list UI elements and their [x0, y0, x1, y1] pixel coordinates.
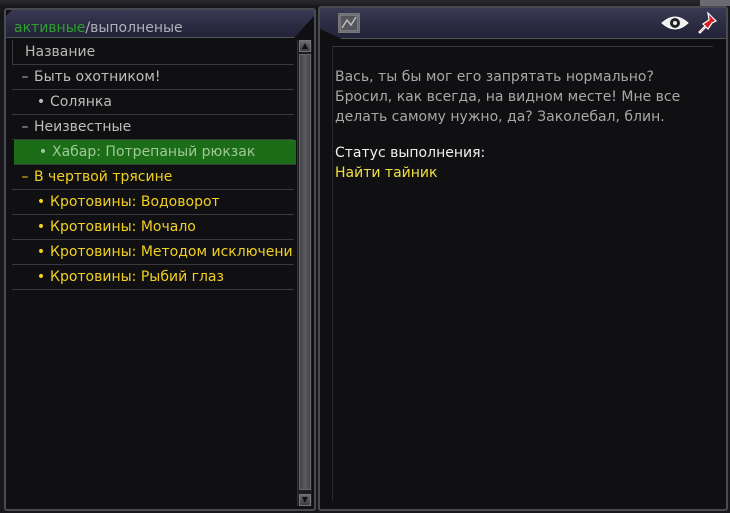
quest-row[interactable]: • Солянка	[12, 90, 294, 115]
collapse-dash-icon: –	[21, 169, 29, 185]
quest-row-label: В чертвой трясине	[34, 169, 173, 185]
quest-row[interactable]: • Кротовины: Водоворот	[12, 190, 294, 215]
quest-row[interactable]: • Кротовины: Мочало	[12, 215, 294, 240]
bullet-icon: •	[38, 144, 48, 160]
quest-row-label: Кротовины: Мочало	[50, 219, 196, 235]
quest-row[interactable]: • Хабар: Потрепаный рюкзак	[14, 140, 296, 165]
scroll-up-button[interactable]: ▲	[299, 40, 311, 52]
bullet-icon: •	[36, 269, 46, 285]
list-header[interactable]: Название	[12, 40, 294, 65]
status-label: Статус выполнения:	[335, 145, 486, 161]
map-icon[interactable]	[338, 13, 360, 33]
quest-row-label: Кротовины: Рыбий глаз	[50, 269, 224, 285]
quest-row-label: Быть охотником!	[34, 69, 161, 85]
bullet-icon: •	[36, 194, 46, 210]
quest-list: Название – Быть охотником! • Солянка – Неизве…	[12, 40, 296, 508]
scroll-down-button[interactable]: ▼	[299, 494, 311, 506]
pin-icon[interactable]	[694, 11, 718, 35]
quest-row-label: Кротовины: Методом исключения	[50, 244, 294, 260]
quest-details-panel: Вась, ты бы мог его запрятать нормально?…	[318, 6, 728, 511]
status-value: Найти тайник	[335, 165, 438, 181]
tab-completed[interactable]: выполненые	[90, 20, 183, 36]
collapse-dash-icon: –	[21, 69, 29, 85]
scrollbar[interactable]: ▲ ▼	[297, 40, 312, 506]
tab-active[interactable]: активные	[14, 20, 85, 36]
quest-row[interactable]: – Неизвестные	[12, 115, 294, 140]
quest-log-screen: активные/выполненые Название – Быть охотн…	[0, 0, 730, 513]
quest-row[interactable]: • Кротовины: Методом исключения	[12, 240, 294, 265]
quest-row-label: Хабар: Потрепаный рюкзак	[52, 144, 256, 160]
quest-row[interactable]: • Кротовины: Рыбий глаз	[12, 265, 294, 290]
details-toolbar	[320, 8, 726, 39]
quest-description: Вась, ты бы мог его запрятать нормально?…	[335, 69, 681, 125]
quest-rows: – Быть охотником! • Солянка – Неизвестные • Хаб…	[12, 65, 296, 290]
bullet-icon: •	[36, 94, 46, 110]
quest-list-panel: активные/выполненые Название – Быть охотн…	[4, 8, 316, 511]
collapse-dash-icon: –	[21, 119, 29, 135]
eye-icon[interactable]	[660, 13, 690, 33]
bullet-icon: •	[36, 219, 46, 235]
quest-row[interactable]: – В чертвой трясине	[12, 165, 294, 190]
quest-description-area: Вась, ты бы мог его запрятать нормально?…	[332, 46, 713, 501]
scroll-thumb[interactable]	[299, 54, 311, 490]
quest-row-label: Кротовины: Водоворот	[50, 194, 220, 210]
tab-label-group: активные/выполненые	[14, 20, 183, 36]
quest-row-label: Солянка	[50, 94, 112, 110]
quest-row-label: Неизвестные	[34, 119, 132, 135]
quest-tabs: активные/выполненые	[6, 10, 314, 38]
quest-row[interactable]: – Быть охотником!	[12, 65, 294, 90]
bullet-icon: •	[36, 244, 46, 260]
